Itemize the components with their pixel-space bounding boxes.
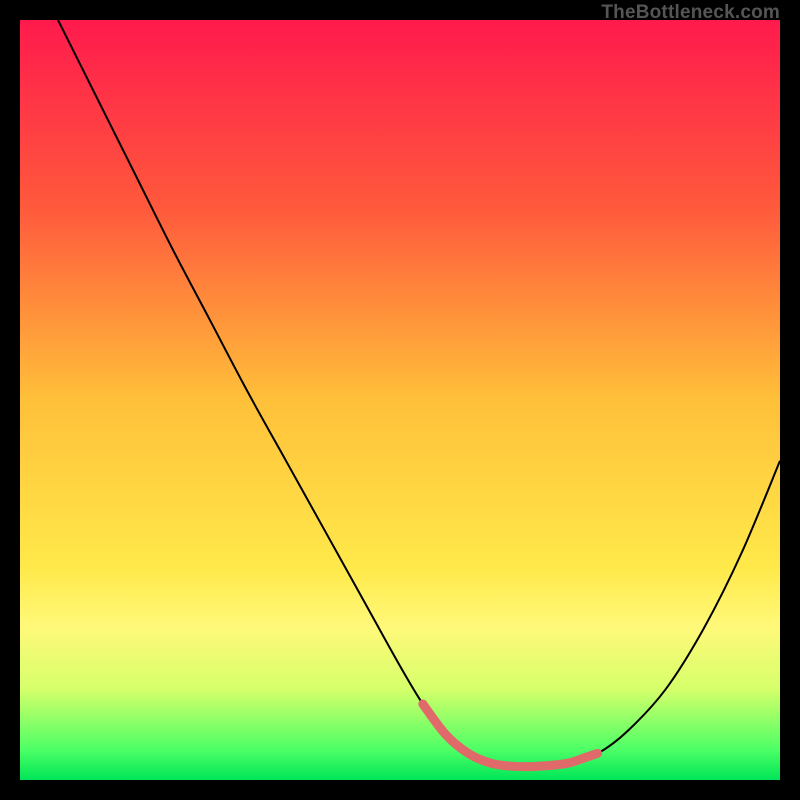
bottleneck-chart: TheBottleneck.com xyxy=(0,0,800,800)
optimal-band-highlight xyxy=(423,704,598,767)
plot-area xyxy=(20,20,780,780)
curve-layer xyxy=(20,20,780,780)
bottleneck-curve xyxy=(58,20,780,767)
